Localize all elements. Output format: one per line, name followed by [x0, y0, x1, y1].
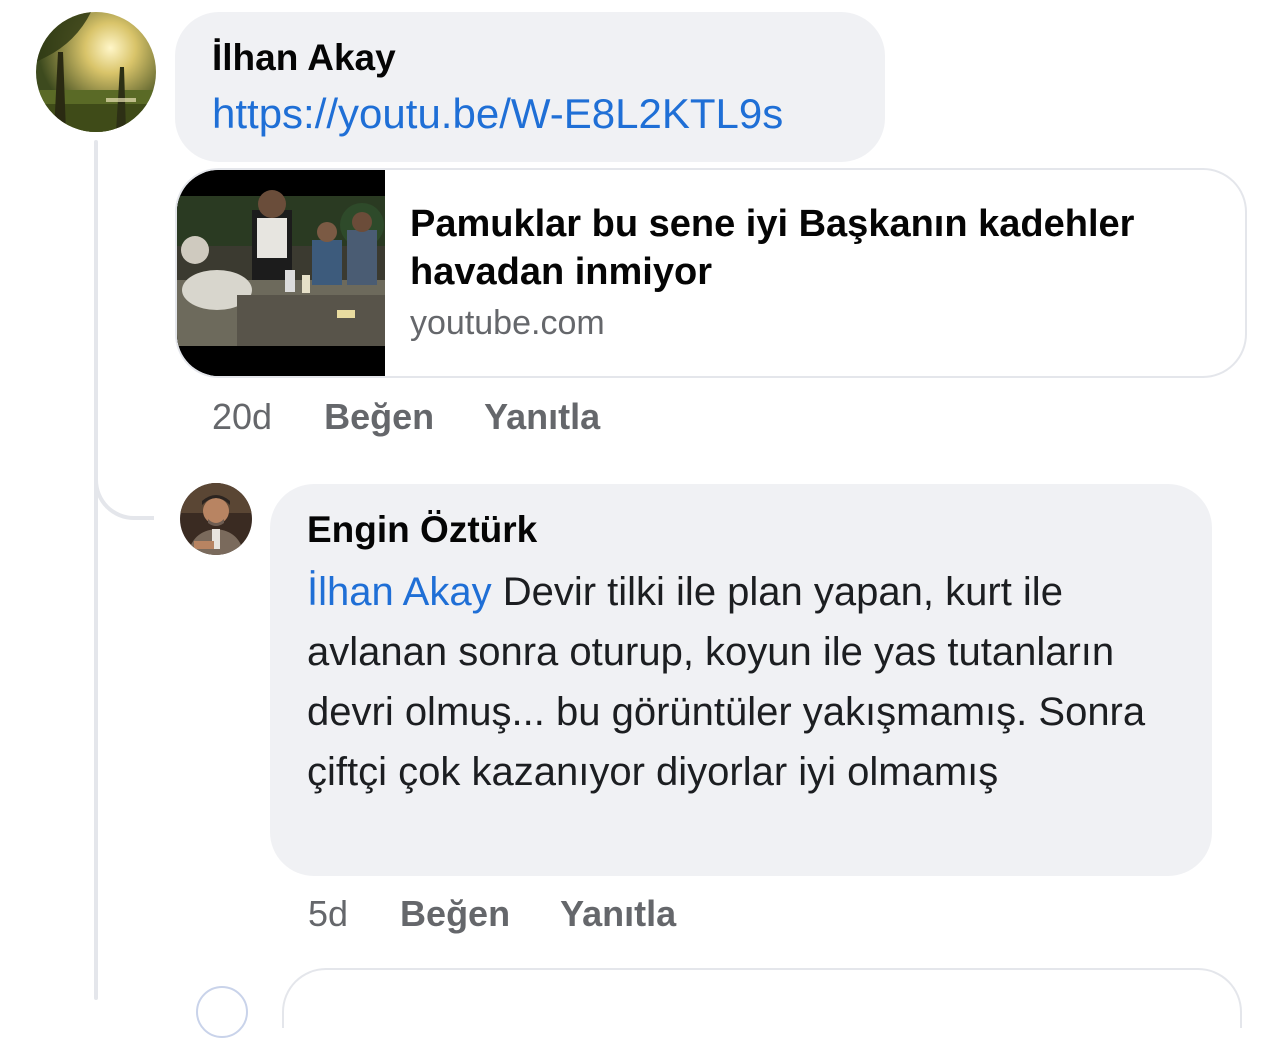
reply-bubble: Engin Öztürk İlhan Akay Devir tilki ile …	[270, 484, 1212, 876]
comment-actions: 5d Beğen Yanıtla	[308, 893, 726, 935]
reply-connector	[94, 440, 154, 520]
mention-link[interactable]: İlhan Akay	[307, 570, 492, 614]
comment-text: İlhan Akay Devir tilki ile plan yapan, k…	[307, 562, 1176, 802]
avatar-portrait-image	[180, 483, 252, 555]
like-button[interactable]: Beğen	[324, 396, 434, 438]
avatar[interactable]	[180, 483, 252, 555]
reply-button[interactable]: Yanıtla	[484, 396, 600, 438]
avatar[interactable]	[196, 986, 248, 1038]
thread-line	[94, 140, 98, 1000]
comment-timestamp: 5d	[308, 893, 349, 934]
avatar-forest-image	[36, 12, 156, 132]
comment-timestamp: 20d	[212, 396, 273, 437]
comment-author[interactable]: İlhan Akay	[212, 36, 885, 80]
avatar[interactable]	[36, 12, 156, 132]
comment-bubble: İlhan Akay https://youtu.be/W-E8L2KTL9s	[175, 12, 885, 162]
link-preview-card[interactable]: Pamuklar bu sene iyi Başkanın kadehler h…	[175, 168, 1247, 378]
video-thumbnail[interactable]	[177, 170, 385, 376]
comment-actions: 20d Beğen Yanıtla	[212, 396, 650, 438]
comment-author[interactable]: Engin Öztürk	[307, 508, 1176, 552]
like-button[interactable]: Beğen	[400, 893, 510, 935]
reply-bubble	[282, 968, 1242, 1028]
video-thumbnail-image	[177, 170, 385, 376]
comment-link[interactable]: https://youtu.be/W-E8L2KTL9s	[212, 88, 885, 140]
reply-button[interactable]: Yanıtla	[560, 893, 676, 935]
preview-domain: youtube.com	[410, 304, 605, 342]
preview-title[interactable]: Pamuklar bu sene iyi Başkanın kadehler h…	[410, 200, 1220, 296]
